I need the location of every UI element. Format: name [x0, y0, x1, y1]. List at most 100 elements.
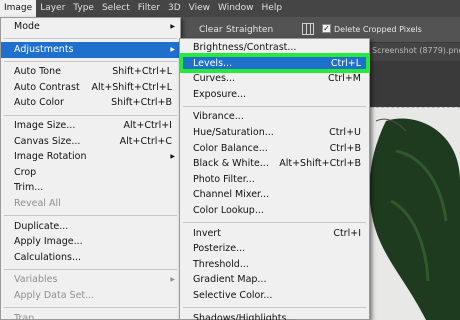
menu-item-mode[interactable]: Mode ▶: [1, 19, 180, 35]
menu-item-label: Threshold...: [193, 258, 249, 270]
menu-item-shortcut: Alt+Ctrl+C: [119, 135, 172, 147]
delete-cropped-checkbox[interactable]: ✓: [322, 24, 331, 33]
menu-item-label: Hue/Saturation...: [193, 127, 274, 138]
menu-item-label: Exposure...: [193, 88, 247, 100]
menu-item-label: Auto Color: [14, 97, 64, 109]
menu-item-label: Vibrance...: [193, 111, 244, 123]
menu-item-label: Duplicate...: [14, 220, 69, 232]
menu-item-hue-saturation[interactable]: Hue/Saturation... Ctrl+U: [180, 125, 369, 141]
menu-separator: [4, 215, 177, 217]
menu-type[interactable]: Type: [69, 0, 98, 17]
menu-item-trim[interactable]: Trim...: [1, 180, 180, 196]
menu-item-shortcut: Alt+Ctrl+I: [123, 120, 173, 131]
menu-item-shortcut: Alt+Shift+Ctrl+L: [91, 81, 172, 93]
menu-item-shadows-highlights[interactable]: Shadows/Highlights...: [180, 311, 369, 320]
menu-item-label: Reveal All: [14, 198, 61, 209]
menu-item-label: Photo Filter...: [193, 173, 255, 185]
menu-filter[interactable]: Filter: [134, 0, 164, 17]
submenu-arrow-icon: ▶: [170, 23, 175, 30]
menu-item-variables: Variables ▶: [1, 272, 180, 288]
menu-item-photo-filter[interactable]: Photo Filter...: [180, 172, 369, 188]
menu-item-shortcut: Shift+Ctrl+L: [112, 66, 172, 78]
menu-item-label: Posterize...: [193, 243, 246, 255]
menu-item-posterize[interactable]: Posterize...: [180, 241, 369, 257]
submenu-arrow-icon: ▶: [170, 153, 175, 161]
menu-bar: Image Layer Type Select Filter 3D View Window He…: [0, 0, 460, 17]
menu-item-color-balance[interactable]: Color Balance... Ctrl+B: [180, 141, 369, 157]
document-tab[interactable]: Screenshot (8779).png: [366, 43, 460, 61]
menu-separator: [4, 38, 177, 40]
menu-item-label: Adjustments: [14, 43, 74, 55]
menu-item-shortcut: Ctrl+B: [329, 142, 361, 154]
clear-button[interactable]: Clear: [199, 22, 223, 38]
menu-item-black-white[interactable]: Black & White... Alt+Shift+Ctrl+B: [180, 156, 369, 172]
menu-item-label: Invert: [193, 227, 221, 239]
menu-3d[interactable]: 3D: [164, 0, 185, 17]
menu-item-gradient-map[interactable]: Gradient Map...: [180, 272, 369, 288]
menu-separator: [183, 307, 366, 309]
menu-item-crop[interactable]: Crop: [1, 165, 180, 181]
menu-item-calculations[interactable]: Calculations...: [1, 250, 180, 266]
document-title: Screenshot (8779).png: [372, 46, 460, 55]
menu-item-threshold[interactable]: Threshold...: [180, 257, 369, 273]
menu-separator: [4, 114, 177, 116]
menu-item-selective-color[interactable]: Selective Color...: [180, 288, 369, 304]
submenu-arrow-icon: ▶: [170, 276, 175, 284]
menu-item-auto-contrast[interactable]: Auto Contrast Alt+Shift+Ctrl+L: [1, 80, 180, 96]
menu-view[interactable]: View: [185, 0, 214, 17]
menu-select[interactable]: Select: [98, 0, 134, 17]
grid-overlay-icon[interactable]: [302, 23, 314, 35]
menu-item-shortcut: Ctrl+M: [327, 73, 361, 85]
menu-item-shortcut: Shift+Ctrl+B: [111, 97, 172, 109]
menu-item-trap: Trap...: [1, 311, 180, 320]
delete-cropped-label: Delete Cropped Pixels: [334, 25, 422, 34]
menu-item-label: Selective Color...: [193, 290, 273, 301]
document-canvas[interactable]: [366, 61, 460, 320]
menu-item-label: Gradient Map...: [193, 274, 267, 286]
menu-item-label: Image Rotation: [14, 151, 87, 163]
adjustments-submenu: Brightness/Contrast... Levels... Ctrl+L Cur…: [179, 38, 370, 320]
crop-boundary: [366, 107, 460, 108]
menu-separator: [183, 222, 366, 224]
menu-item-auto-color[interactable]: Auto Color Shift+Ctrl+B: [1, 95, 180, 111]
menu-item-label: Calculations...: [14, 251, 82, 263]
menu-item-label: Apply Data Set...: [14, 290, 95, 301]
straighten-button[interactable]: Straighten: [226, 22, 273, 38]
menu-item-label: Auto Contrast: [14, 81, 80, 93]
menu-item-shortcut: Ctrl+I: [333, 227, 361, 239]
menu-item-label: Crop: [14, 166, 37, 178]
menu-item-vibrance[interactable]: Vibrance...: [180, 109, 369, 125]
menu-item-shortcut: Alt+Shift+Ctrl+B: [279, 158, 361, 170]
menu-item-curves[interactable]: Curves... Ctrl+M: [180, 71, 369, 87]
menu-item-exposure[interactable]: Exposure...: [180, 87, 369, 103]
menu-item-invert[interactable]: Invert Ctrl+I: [180, 226, 369, 242]
menu-item-color-lookup[interactable]: Color Lookup...: [180, 203, 369, 219]
menu-item-image-size[interactable]: Image Size... Alt+Ctrl+I: [1, 118, 180, 134]
menu-help[interactable]: Help: [258, 0, 287, 17]
levels-callout-outline: [179, 52, 370, 73]
menu-item-auto-tone[interactable]: Auto Tone Shift+Ctrl+L: [1, 64, 180, 80]
menu-item-shortcut: Ctrl+U: [329, 127, 361, 138]
menu-item-label: Color Balance...: [193, 142, 268, 154]
menu-item-label: Canvas Size...: [14, 135, 81, 147]
menu-separator: [183, 105, 366, 107]
menu-item-label: Image Size...: [14, 120, 76, 131]
menu-item-label: Curves...: [193, 73, 236, 85]
menu-item-duplicate[interactable]: Duplicate...: [1, 219, 180, 235]
menu-item-label: Apply Image...: [14, 236, 83, 248]
menu-item-label: Mode: [14, 21, 40, 32]
image-menu: Mode ▶ Adjustments ▶ Auto Tone Shift+Ctrl+L Au…: [0, 17, 181, 320]
menu-item-image-rotation[interactable]: Image Rotation ▶: [1, 149, 180, 165]
menu-item-adjustments[interactable]: Adjustments ▶: [1, 41, 180, 58]
menu-item-label: Variables: [14, 274, 58, 286]
menu-image[interactable]: Image: [0, 0, 37, 17]
menu-item-apply-image[interactable]: Apply Image...: [1, 234, 180, 250]
menu-item-channel-mixer[interactable]: Channel Mixer...: [180, 187, 369, 203]
menu-item-canvas-size[interactable]: Canvas Size... Alt+Ctrl+C: [1, 134, 180, 150]
menu-layer[interactable]: Layer: [36, 0, 69, 17]
leaf-image: [369, 118, 460, 320]
menu-window[interactable]: Window: [214, 0, 258, 17]
submenu-arrow-icon: ▶: [170, 45, 175, 53]
menu-item-label: Channel Mixer...: [193, 189, 270, 201]
menu-item-label: Trim...: [14, 182, 44, 194]
